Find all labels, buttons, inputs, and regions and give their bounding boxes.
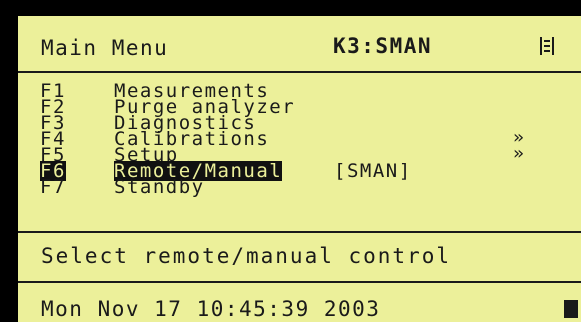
function-key-label: F7	[40, 176, 66, 198]
menu-header: Main Menu K3:SMAN	[18, 16, 581, 72]
status-datetime: Mon Nov 17 10:45:39 2003	[41, 297, 381, 321]
menu-item-label: Standby	[114, 176, 205, 198]
lcd-screen: Main Menu K3:SMAN F1 Measurements F2 Pur…	[18, 16, 581, 322]
main-menu-list: F1 Measurements F2 Purge analyzer F3 Dia…	[40, 81, 570, 198]
header-divider	[18, 71, 581, 73]
submenu-arrow-icon: »	[513, 143, 524, 164]
current-mode-badge: [SMAN]	[334, 160, 412, 182]
menu-item-standby[interactable]: F7 Standby	[40, 176, 570, 198]
help-text: Select remote/manual control	[41, 244, 452, 268]
help-divider-top	[18, 231, 581, 233]
list-icon[interactable]	[540, 37, 554, 55]
help-divider-bottom	[18, 281, 581, 283]
mode-indicator: K3:SMAN	[333, 34, 433, 58]
block-cursor-icon	[564, 300, 578, 318]
page-title: Main Menu	[41, 36, 169, 60]
